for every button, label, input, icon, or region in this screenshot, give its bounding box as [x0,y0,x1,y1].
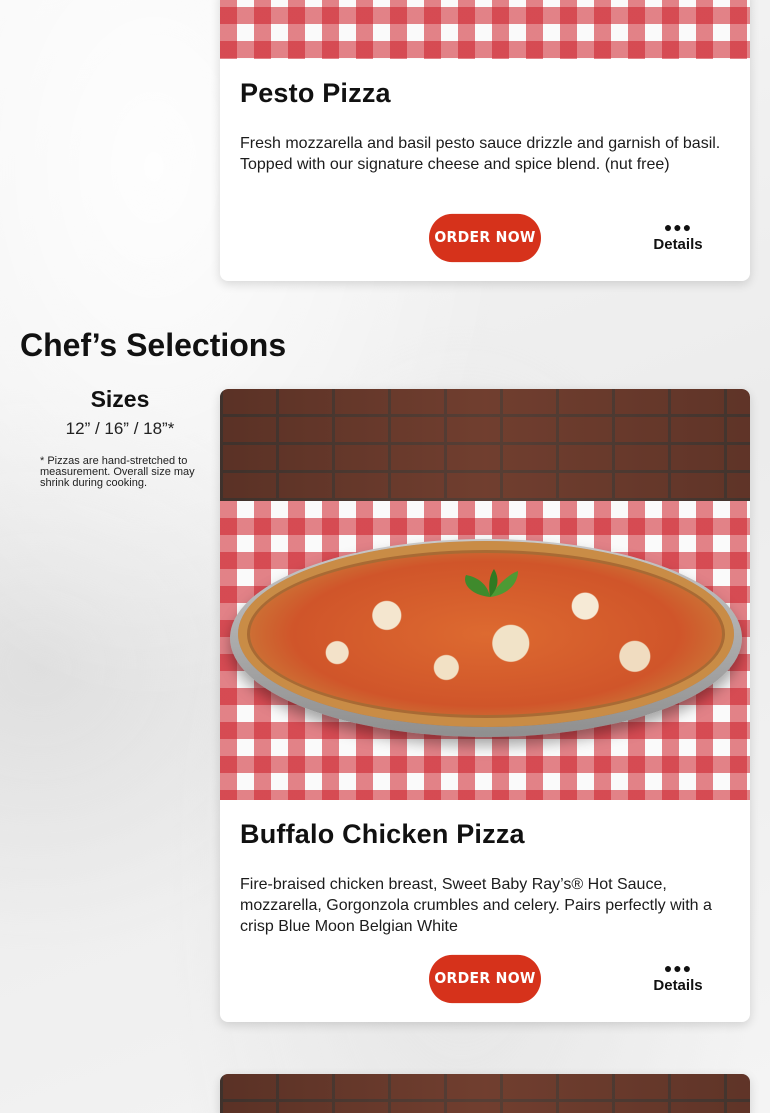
details-link[interactable]: ●●● Details [648,960,708,994]
sizes-info: Sizes 12” / 16” / 18”* * Pizzas are hand… [20,386,220,489]
card-description: Fresh mozzarella and basil pesto sauce d… [240,135,721,173]
details-label: Details [653,977,703,994]
sizes-heading: Sizes [90,386,150,412]
menu-card-next-pizza [220,1074,750,1113]
card-description: Fire-braised chicken breast, Sweet Baby … [240,876,712,935]
order-now-button[interactable]: ORDER NOW [429,954,541,1004]
details-link[interactable]: ●●● Details [648,219,708,253]
card-title: Buffalo Chicken Pizza [240,819,525,849]
section-title: Chef’s Selections [20,327,287,363]
more-dots-icon: ●●● [663,960,693,976]
sizes-note: * Pizzas are hand-stretched to measureme… [40,455,195,489]
basil-leaf-icon [465,569,518,597]
card-title: Pesto Pizza [240,78,391,108]
menu-card-buffalo-chicken-pizza: Buffalo Chicken Pizza Fire-braised chick… [220,389,750,1022]
pizza-photo-buffalo-chicken [220,389,750,800]
more-dots-icon: ●●● [663,219,693,235]
pizza-photo-pesto [220,0,750,59]
sizes-values: 12” / 16” / 18”* [65,419,175,438]
details-label: Details [653,236,703,253]
brick-wall-background [220,1074,750,1113]
brick-wall-background [220,389,750,501]
menu-card-pesto-pizza: Pesto Pizza Fresh mozzarella and basil p… [220,0,750,281]
order-now-button[interactable]: ORDER NOW [429,213,541,263]
